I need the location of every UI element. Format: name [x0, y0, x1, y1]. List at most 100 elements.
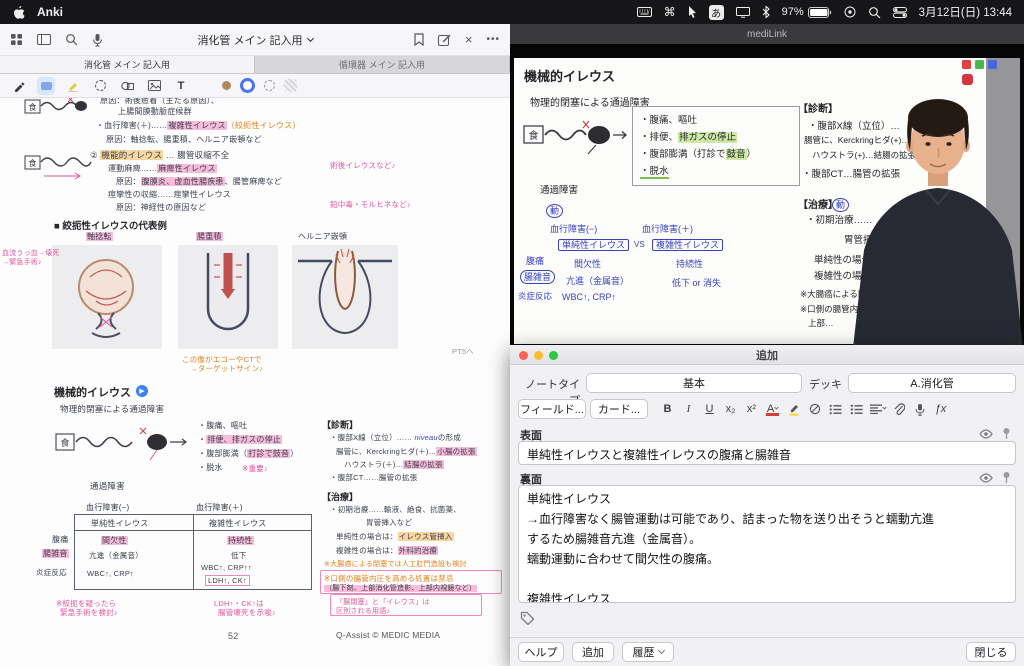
apple-menu-icon[interactable] [12, 4, 25, 20]
note-text: 機能的イレウス [100, 150, 164, 160]
keyboard-icon[interactable] [636, 4, 652, 20]
help-button[interactable]: ヘルプ [518, 642, 564, 662]
handwritten-annotation: 区別される用語♪ [336, 608, 391, 615]
minimize-traffic-light[interactable] [534, 350, 543, 360]
video-frame[interactable]: 機械的イレウス 物理的閉塞による通過障害 食 通過障害 ・腹痛、嘔吐 ・排便、排… [510, 44, 1024, 357]
front-field-input[interactable]: 単純性イレウスと複雑性イレウスの腹痛と腸雑音 [518, 441, 1016, 465]
pen-tool-icon[interactable] [10, 77, 28, 95]
align-button[interactable] [868, 400, 887, 418]
handwritten-annotation: ※重要♪ [242, 464, 268, 473]
table-col-header: 単純性イレウス [91, 519, 149, 528]
annotation-tool-button[interactable] [962, 74, 973, 85]
pointer-icon[interactable] [688, 4, 697, 20]
control-center-icon[interactable] [892, 4, 907, 20]
highlighter-tool-icon[interactable] [64, 77, 82, 95]
bookmark-icon[interactable] [414, 32, 424, 48]
tab-circulatory[interactable]: 循環器 メイン 記入用 [255, 56, 510, 73]
note-text: ） [746, 149, 757, 160]
note-line: ・血行障害(＋)……複雑性イレウス（絞扼性イレウス） [96, 120, 301, 131]
text-tool-icon[interactable]: T [172, 77, 190, 95]
annotation-color-red[interactable] [962, 60, 971, 69]
display-icon[interactable] [735, 4, 750, 20]
pin-icon[interactable] [1001, 471, 1012, 484]
underline-button[interactable]: U [700, 400, 719, 418]
play-icon[interactable]: ▶ [136, 385, 148, 397]
menu-clock[interactable]: 3月12日(日) 13:44 [919, 4, 1012, 20]
note-text: ・脱水 [640, 166, 669, 179]
note-text: 打診で鼓音 [247, 449, 291, 458]
note-type-button[interactable]: 基本 [586, 373, 802, 393]
search-icon[interactable] [65, 32, 78, 48]
close-button[interactable]: 閉じる [966, 642, 1016, 662]
attachment-icon[interactable] [889, 400, 908, 418]
eye-icon[interactable] [979, 472, 993, 483]
handwriting: 亢進（金属音） [566, 276, 630, 286]
annotation-color-green[interactable] [975, 60, 984, 69]
video-titlebar[interactable]: mediLink [510, 24, 1024, 44]
battery-status[interactable]: 97% [782, 6, 832, 18]
superscript-button[interactable]: x² [742, 400, 761, 418]
close-split-icon[interactable]: × [465, 32, 473, 48]
document-title[interactable]: 消化管 メイン 記入用 [120, 24, 390, 55]
subscript-button[interactable]: x₂ [721, 400, 740, 418]
remove-format-button[interactable] [805, 400, 824, 418]
tab-label: 循環器 メイン 記入用 [338, 60, 425, 70]
unordered-list-button[interactable] [826, 400, 845, 418]
zoom-traffic-light[interactable] [549, 350, 558, 360]
comparison-table: 単純性イレウス 複雑性イレウス 間欠性 持続性 亢進（金属音） 低下 WBC↑,… [74, 514, 312, 590]
shapes-tool-icon[interactable] [118, 77, 136, 95]
equation-button[interactable]: ƒx [931, 400, 950, 418]
pattern-swatch[interactable] [284, 79, 297, 92]
compose-icon[interactable] [437, 32, 451, 48]
note-text: ・排便、 [640, 132, 679, 143]
eraser-tool-icon[interactable] [37, 76, 55, 95]
table-cell: 低下 [231, 551, 247, 560]
bluetooth-icon[interactable] [762, 4, 770, 20]
sidebar-icon[interactable] [37, 32, 51, 48]
tab-digestive[interactable]: 消化管 メイン 記入用 [0, 56, 255, 73]
note-text: 持続性 [227, 536, 254, 545]
color-swatch-blue-selected[interactable] [240, 78, 255, 93]
color-swatch-brown[interactable] [222, 81, 231, 90]
handwriting: 腹痛 [526, 256, 545, 266]
color-swatch-custom[interactable] [264, 80, 275, 91]
active-app-name[interactable]: Anki [37, 5, 63, 19]
microphone-icon[interactable] [92, 32, 103, 48]
history-button[interactable]: 履歴 [622, 642, 674, 662]
figure-hernia [292, 245, 398, 349]
ordered-list-button[interactable] [847, 400, 866, 418]
note-text: ・腹部膨満（打診で [640, 149, 726, 160]
close-traffic-light[interactable] [519, 350, 528, 360]
dx-header: 【診断】 [322, 420, 359, 430]
add-button[interactable]: 追加 [572, 642, 614, 662]
image-tool-icon[interactable] [145, 77, 163, 95]
tags-icon[interactable] [520, 611, 535, 625]
cards-button[interactable]: カード... [590, 399, 648, 419]
italic-button[interactable]: I [679, 400, 698, 418]
back-field-input[interactable]: 単純性イレウス →血行障害なく腸管運動は可能であり、詰まった物を送り出そうと蠕動… [518, 485, 1016, 603]
more-icon[interactable]: ••• [486, 32, 500, 48]
note-canvas[interactable]: 食 食 原因：術後癒着（主たる原因）、 上腸間膜動脈症候群 ・血行障害(＋)……… [0, 98, 510, 666]
mini-bowel-diagram: 食 [24, 98, 87, 114]
screen-record-icon[interactable] [844, 4, 856, 20]
text-color-button[interactable]: A [763, 400, 782, 418]
deck-label: デッキ [809, 379, 842, 391]
anki-titlebar[interactable]: 追加 [510, 345, 1024, 365]
annotation-color-blue[interactable] [988, 60, 997, 69]
fields-button[interactable]: フィールド... [518, 399, 586, 419]
command-icon[interactable]: ⌘ [664, 4, 676, 20]
lasso-tool-icon[interactable] [91, 77, 109, 95]
handwriting: 動 [546, 204, 564, 218]
input-source-icon[interactable]: あ [708, 4, 724, 20]
record-audio-icon[interactable] [910, 400, 929, 418]
eye-icon[interactable] [979, 428, 993, 439]
highlight-color-button[interactable] [784, 400, 803, 418]
bold-button[interactable]: B [658, 400, 677, 418]
tx-line: ※大腸癌による閉塞では人工肛門造設も検討 [324, 561, 467, 568]
note-text: 腸管に、Kerckringヒダ(＋)… [336, 447, 437, 456]
deck-button[interactable]: A.消化管 [848, 373, 1016, 393]
pin-icon[interactable] [1001, 427, 1012, 440]
search-icon[interactable] [868, 4, 881, 20]
thumbnails-icon[interactable] [10, 32, 23, 48]
video-window-title: mediLink [746, 28, 788, 40]
